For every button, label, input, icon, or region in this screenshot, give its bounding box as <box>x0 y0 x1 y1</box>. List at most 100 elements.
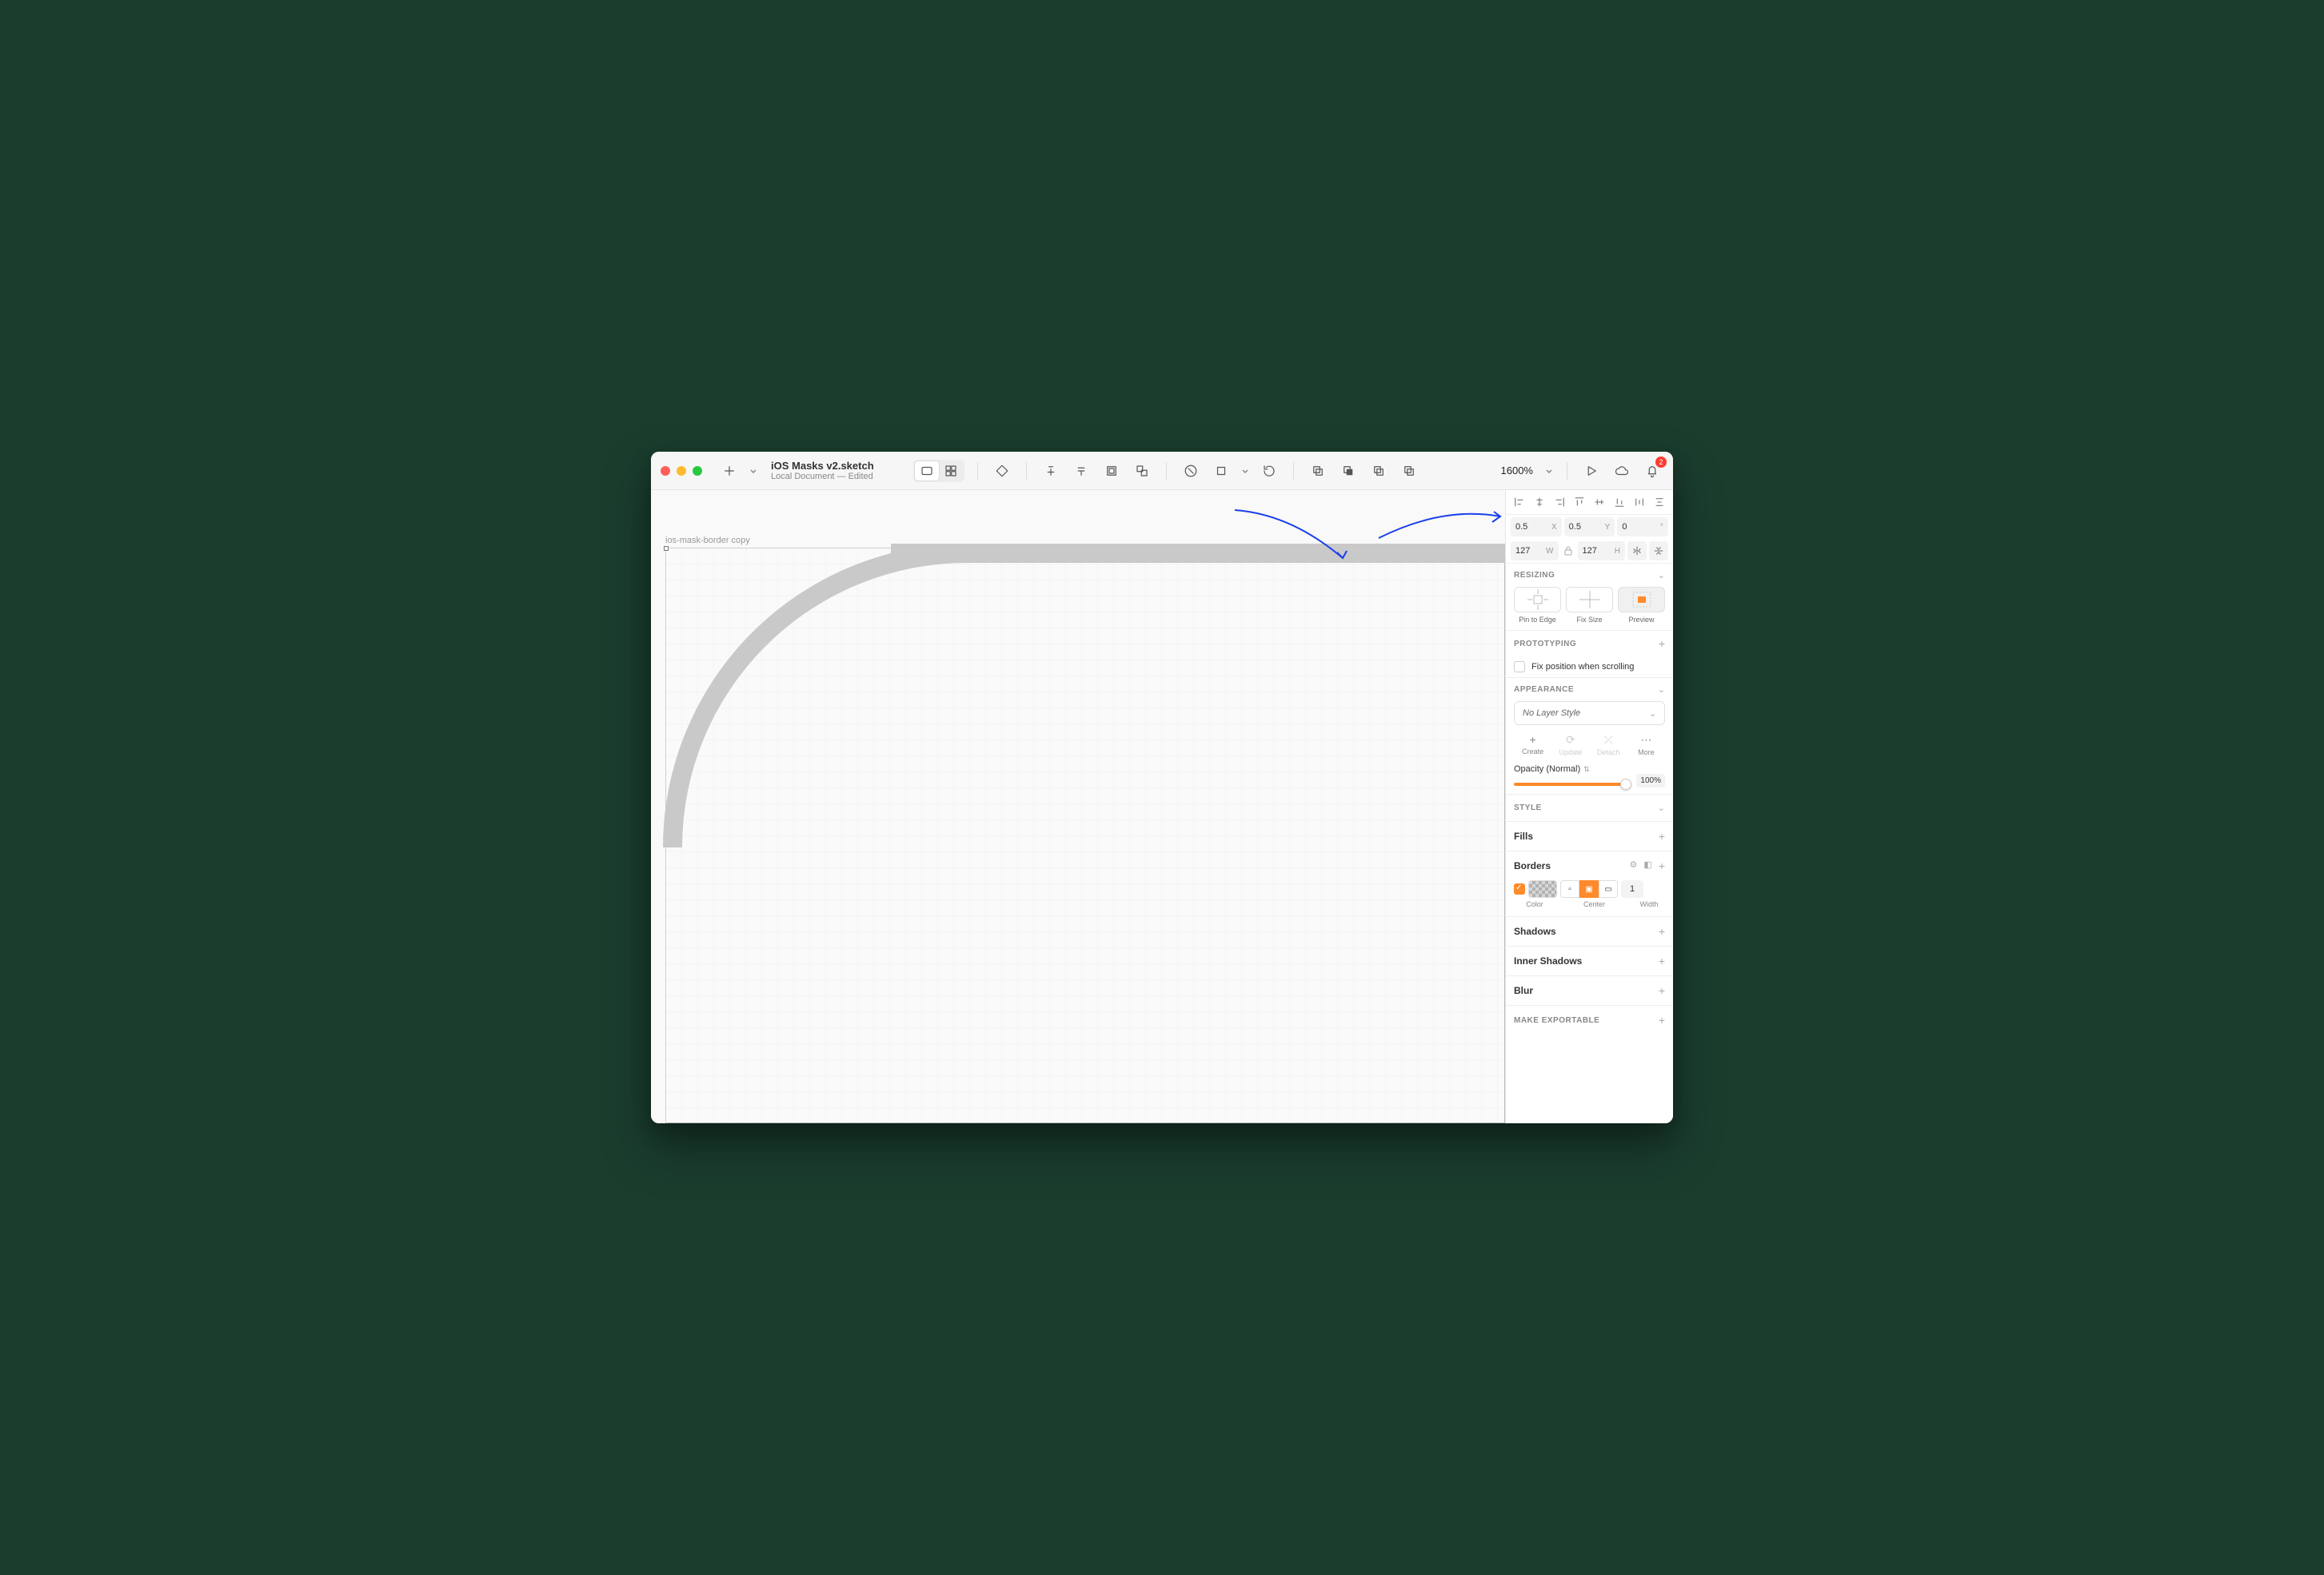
layer-label: ios-mask-border copy <box>665 536 750 545</box>
border-center[interactable]: ▣ <box>1579 880 1599 898</box>
backward-button[interactable] <box>1070 460 1092 482</box>
subtract-button[interactable] <box>1337 460 1360 482</box>
opacity-slider[interactable] <box>1514 783 1631 786</box>
inspector-panel: 0.5X 0.5Y 0° 127W 127H Resizing⌄ Pin to … <box>1505 490 1673 1123</box>
canvas-view[interactable] <box>915 461 939 480</box>
opacity-value[interactable]: 100% <box>1636 774 1665 788</box>
add-export-icon[interactable]: + <box>1659 1014 1665 1027</box>
fix-position-label: Fix position when scrolling <box>1531 662 1634 672</box>
zoom-window[interactable] <box>693 466 702 476</box>
exportable-row[interactable]: Make Exportable+ <box>1506 1005 1673 1035</box>
opacity-label[interactable]: Opacity (Normal)⇅ <box>1514 764 1665 774</box>
edit-button[interactable] <box>1180 460 1202 482</box>
fix-size[interactable] <box>1566 587 1613 612</box>
add-fill-icon[interactable]: + <box>1659 830 1665 843</box>
position-row: 0.5X 0.5Y 0° <box>1506 515 1673 539</box>
distribute-h[interactable] <box>1631 495 1648 509</box>
layer-style-select[interactable]: No Layer Style⌄ <box>1514 701 1665 725</box>
border-outside[interactable]: ▭ <box>1599 880 1618 898</box>
resizing-section: Resizing⌄ Pin to Edge Fix Size Preview <box>1506 563 1673 630</box>
union-button[interactable] <box>1307 460 1329 482</box>
add-prototype-icon[interactable]: + <box>1659 637 1665 650</box>
view-mode-segment <box>913 460 964 482</box>
shape-edge <box>891 544 1505 563</box>
resize-preview[interactable] <box>1618 587 1665 612</box>
prototyping-header: Prototyping <box>1514 640 1576 648</box>
border-width-field[interactable]: 1 <box>1621 880 1643 898</box>
zoom-level[interactable]: 1600% <box>1493 465 1536 476</box>
alignment-row <box>1506 490 1673 515</box>
border-inside[interactable]: ▫ <box>1560 880 1579 898</box>
ungroup-button[interactable] <box>1131 460 1153 482</box>
doc-name: iOS Masks v2.sketch <box>771 460 899 472</box>
distribute-v[interactable] <box>1651 495 1668 509</box>
intersect-button[interactable] <box>1368 460 1390 482</box>
align-left[interactable] <box>1511 495 1527 509</box>
forward-button[interactable] <box>1040 460 1062 482</box>
add-inner-shadow-icon[interactable]: + <box>1659 955 1665 967</box>
size-row: 127W 127H <box>1506 539 1673 563</box>
notification-badge: 2 <box>1655 457 1667 468</box>
align-bottom[interactable] <box>1611 495 1628 509</box>
rotate-button[interactable] <box>1258 460 1280 482</box>
borders-row: Borders ⚙ ◧ + <box>1506 851 1673 880</box>
document-title: iOS Masks v2.sketch Local Document — Edi… <box>771 460 899 481</box>
components-view[interactable] <box>939 461 963 480</box>
x-field[interactable]: 0.5X <box>1511 517 1562 536</box>
doc-status: Local Document — Edited <box>771 472 899 481</box>
width-field[interactable]: 127W <box>1511 541 1559 560</box>
minimize-window[interactable] <box>677 466 686 476</box>
style-create[interactable]: +Create <box>1514 733 1551 756</box>
fix-position-row[interactable]: Fix position when scrolling <box>1506 656 1673 677</box>
transform-chevron-icon[interactable] <box>1240 466 1250 476</box>
shadows-row[interactable]: Shadows+ <box>1506 916 1673 946</box>
opacity-knob[interactable] <box>1620 779 1631 790</box>
create-symbol-button[interactable] <box>991 460 1013 482</box>
blur-row[interactable]: Blur+ <box>1506 975 1673 1005</box>
align-top[interactable] <box>1571 495 1587 509</box>
rotation-field[interactable]: 0° <box>1617 517 1668 536</box>
style-update: ⟳Update <box>1551 733 1589 756</box>
appearance-chevron-icon[interactable]: ⌄ <box>1658 684 1665 695</box>
insert-chevron-icon[interactable] <box>749 466 758 476</box>
cloud-button[interactable] <box>1611 460 1633 482</box>
lock-aspect-icon[interactable] <box>1561 541 1575 560</box>
border-position: ▫ ▣ ▭ <box>1560 880 1618 898</box>
difference-button[interactable] <box>1398 460 1420 482</box>
border-enabled-checkbox[interactable] <box>1514 883 1525 895</box>
resizing-chevron-icon[interactable]: ⌄ <box>1658 570 1665 580</box>
flip-vertical[interactable] <box>1649 541 1668 560</box>
flip-horizontal[interactable] <box>1627 541 1647 560</box>
add-blur-icon[interactable]: + <box>1659 984 1665 997</box>
transform-button[interactable] <box>1210 460 1232 482</box>
fix-position-checkbox[interactable] <box>1514 661 1525 672</box>
style-more[interactable]: ⋯More <box>1627 733 1665 756</box>
close-window[interactable] <box>661 466 670 476</box>
add-shadow-icon[interactable]: + <box>1659 925 1665 938</box>
border-settings-icon[interactable]: ⚙ <box>1630 859 1638 872</box>
border-color-swatch[interactable] <box>1528 880 1557 898</box>
align-hcenter[interactable] <box>1531 495 1547 509</box>
resize-handle-tl[interactable] <box>664 546 669 551</box>
pin-to-edge[interactable] <box>1514 587 1561 612</box>
add-border-icon[interactable]: + <box>1659 859 1665 872</box>
app-window: iOS Masks v2.sketch Local Document — Edi… <box>651 452 1673 1123</box>
titlebar: iOS Masks v2.sketch Local Document — Edi… <box>651 452 1673 490</box>
y-field[interactable]: 0.5Y <box>1564 517 1615 536</box>
style-chevron-icon[interactable]: ⌄ <box>1658 803 1665 813</box>
fills-row[interactable]: Fills+ <box>1506 821 1673 851</box>
inner-shadows-row[interactable]: Inner Shadows+ <box>1506 946 1673 975</box>
height-field[interactable]: 127H <box>1578 541 1626 560</box>
resizing-header: Resizing <box>1514 571 1555 580</box>
border-detail: ▫ ▣ ▭ 1 ColorCenterWidth <box>1506 880 1673 916</box>
insert-button[interactable] <box>718 460 741 482</box>
canvas[interactable]: ios-mask-border copy <box>651 490 1505 1123</box>
preview-button[interactable] <box>1580 460 1603 482</box>
notifications-button[interactable]: 2 <box>1641 460 1663 482</box>
align-right[interactable] <box>1551 495 1567 509</box>
border-options-icon[interactable]: ◧ <box>1643 859 1651 872</box>
align-vcenter[interactable] <box>1591 495 1608 509</box>
group-button[interactable] <box>1100 460 1123 482</box>
appearance-header: Appearance <box>1514 685 1574 694</box>
zoom-chevron-icon[interactable] <box>1544 466 1554 476</box>
